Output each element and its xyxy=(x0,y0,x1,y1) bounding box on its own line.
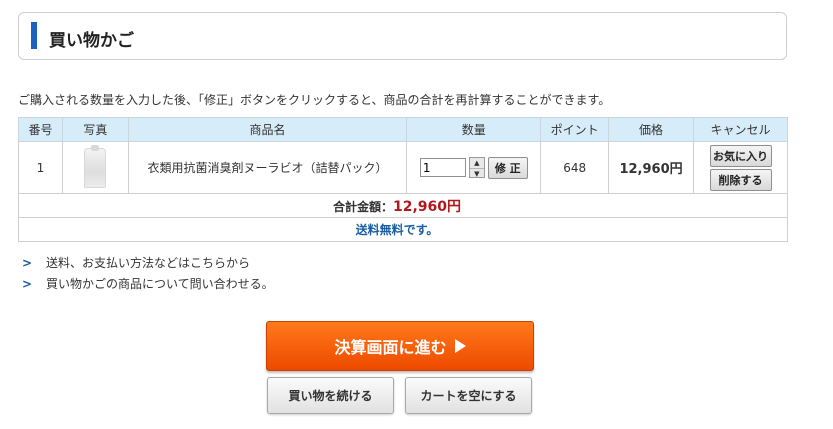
chevron-right-icon: > xyxy=(22,276,33,291)
cancel-cell: お気に入り 削除する xyxy=(693,141,788,194)
cart-inquiry-link[interactable]: > 買い物かごの商品について問い合わせる。 xyxy=(22,273,274,294)
header-photo: 写真 xyxy=(61,117,129,142)
stepper-down-icon[interactable]: ▼ xyxy=(470,169,484,179)
checkout-label: 決算画面に進む xyxy=(334,338,447,357)
header-points: ポイント xyxy=(540,117,610,142)
header-price: 価格 xyxy=(608,117,695,142)
product-name[interactable]: 衣類用抗菌消臭剤ヌーラビオ（詰替パック） xyxy=(127,141,408,194)
total-row: 合計金額：12,960円 xyxy=(18,193,788,218)
quantity-cell: ▲ ▼ 修 正 xyxy=(406,141,542,194)
shipping-cell: 送料無料です。 xyxy=(18,217,788,242)
header-cancel: キャンセル xyxy=(693,117,788,142)
update-quantity-button[interactable]: 修 正 xyxy=(487,156,528,179)
total-value: 12,960円 xyxy=(392,198,462,215)
total-cell: 合計金額：12,960円 xyxy=(18,193,788,218)
header-number: 番号 xyxy=(18,117,63,142)
continue-shopping-button[interactable]: 買い物を続ける xyxy=(267,377,394,414)
product-photo-cell xyxy=(61,141,129,194)
page-title-box: 買い物かご xyxy=(18,12,787,60)
product-image[interactable] xyxy=(84,144,107,188)
add-to-favorites-button[interactable]: お気に入り xyxy=(709,144,772,167)
table-header-row: 番号 写真 商品名 数量 ポイント 価格 キャンセル xyxy=(18,117,788,142)
quantity-input[interactable] xyxy=(419,158,466,177)
row-number: 1 xyxy=(18,141,63,194)
play-arrow-icon xyxy=(454,339,466,353)
price-value: 12,960円 xyxy=(608,141,695,194)
info-links: > 送料、お支払い方法などはこちらから > 買い物かごの商品について問い合わせる… xyxy=(22,252,274,294)
shipping-row: 送料無料です。 xyxy=(18,217,788,242)
stepper-up-icon[interactable]: ▲ xyxy=(469,158,484,169)
header-product-name: 商品名 xyxy=(127,117,408,142)
header-quantity: 数量 xyxy=(406,117,542,142)
intro-text: ご購入される数量を入力した後、「修正」ボタンをクリックすると、商品の合計を再計算… xyxy=(18,93,611,107)
delete-item-button[interactable]: 削除する xyxy=(709,168,772,191)
shipping-payment-link[interactable]: > 送料、お支払い方法などはこちらから xyxy=(22,252,274,273)
chevron-right-icon: > xyxy=(22,255,33,270)
quantity-stepper[interactable]: ▲ ▼ xyxy=(468,157,485,179)
empty-cart-button[interactable]: カートを空にする xyxy=(405,377,532,414)
link-label[interactable]: 送料、お支払い方法などはこちらから xyxy=(46,254,250,271)
table-row: 1 衣類用抗菌消臭剤ヌーラビオ（詰替パック） ▲ ▼ 修 正 648 12,96… xyxy=(18,141,788,194)
shipping-note: 送料無料です。 xyxy=(355,223,439,237)
cart-table: 番号 写真 商品名 数量 ポイント 価格 キャンセル 1 衣類用抗菌消臭剤ヌーラ… xyxy=(18,117,788,242)
page-title: 買い物かご xyxy=(49,31,134,51)
checkout-button[interactable]: 決算画面に進む xyxy=(266,321,534,371)
title-accent-bar xyxy=(31,22,37,49)
link-label[interactable]: 買い物かごの商品について問い合わせる。 xyxy=(46,275,274,292)
points-value: 648 xyxy=(540,141,610,194)
total-label: 合計金額： xyxy=(332,199,393,214)
